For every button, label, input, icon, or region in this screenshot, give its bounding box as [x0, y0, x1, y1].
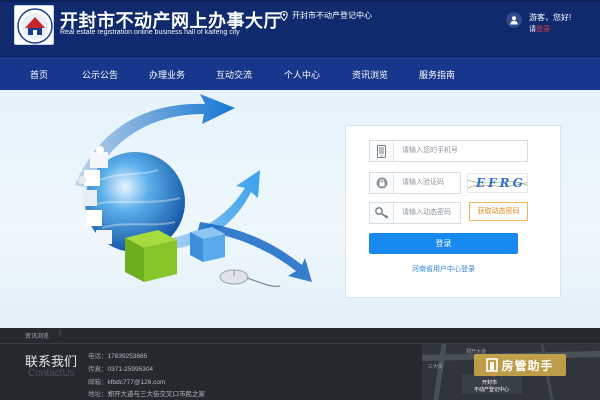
nav-item-business[interactable]: 办理业务: [149, 59, 185, 91]
door-icon: [486, 358, 499, 372]
contact-phone-value: 17839253885: [107, 353, 148, 360]
captcha-image[interactable]: EFRG: [467, 173, 528, 193]
login-submit-button[interactable]: 登录: [369, 233, 518, 254]
contact-fax-label: 传真：: [88, 366, 108, 373]
captcha-text: EFRG: [476, 176, 526, 190]
key-icon-box: [370, 203, 394, 223]
lock-icon: [376, 177, 387, 189]
watermark-text: 房管助手: [501, 358, 554, 373]
contact-email-label: 邮箱：: [88, 379, 108, 386]
phone-icon: [377, 144, 386, 158]
map-poi-label-2: 不动产登记中心: [474, 386, 509, 393]
phone-placeholder: 请输入您的手机号: [402, 147, 458, 154]
phone-input[interactable]: 请输入您的手机号: [369, 140, 528, 162]
contact-address-value: 郑开大道与三大街交叉口市民之家: [107, 391, 206, 398]
contact-email-value: kfbdc777@126.com: [107, 379, 166, 386]
dynamic-password-placeholder: 请输入动态密码: [402, 209, 451, 216]
nav-item-announcements[interactable]: 公示公告: [82, 59, 118, 91]
dynamic-password-input[interactable]: 请输入动态密码: [369, 202, 461, 224]
footer-tab-bar: 资讯浏览 |: [0, 328, 600, 344]
user-icon: [510, 16, 518, 25]
get-dynamic-code-button[interactable]: 获取动态密码: [469, 202, 528, 221]
map-road-label-1: 三大街: [428, 363, 443, 370]
contact-phone: 电话：17839253885: [88, 350, 147, 360]
footer-tab-news[interactable]: 资讯浏览: [25, 331, 49, 340]
header-top-line: [0, 0, 600, 2]
captcha-input[interactable]: 请输入验证码: [369, 172, 461, 194]
contact-address-label: 地址：: [88, 391, 108, 398]
contact-fax: 传真：0371-25995304: [88, 363, 153, 373]
contact-heading-en: ContactUs: [28, 368, 75, 379]
banner-illustration: [75, 94, 312, 287]
location-text: 开封市不动产登记中心: [292, 11, 372, 20]
contact-fax-value: 0371-25995304: [107, 366, 154, 373]
footer-separator: |: [59, 330, 61, 337]
location-indicator[interactable]: 开封市不动产登记中心: [280, 10, 372, 21]
nav-item-interaction[interactable]: 互动交流: [216, 59, 252, 91]
captcha-placeholder: 请输入验证码: [402, 179, 444, 186]
header-login-link[interactable]: 登录: [536, 26, 550, 33]
user-avatar[interactable]: [506, 12, 522, 28]
nav-item-personal-center[interactable]: 个人中心: [284, 59, 320, 91]
provincial-login-link[interactable]: 河南省用户中心登录: [369, 264, 518, 274]
nav-item-news[interactable]: 资讯浏览: [352, 59, 388, 91]
site-subtitle: Real estate registration online business…: [60, 29, 240, 36]
site-header: 开封市不动产网上办事大厅 Real estate registration on…: [0, 0, 600, 58]
contact-email: 邮箱：kfbdc777@126.com: [88, 376, 165, 386]
nav-item-service-guide[interactable]: 服务指南: [419, 59, 455, 91]
key-icon: [374, 207, 388, 219]
phone-icon-box: [370, 141, 394, 161]
site-logo[interactable]: [14, 5, 54, 45]
login-prompt: 请登录: [529, 24, 550, 34]
contact-phone-label: 电话：: [88, 353, 108, 360]
watermark-badge: 房管助手: [474, 354, 566, 376]
nav-item-home[interactable]: 首页: [30, 59, 48, 91]
user-greeting: 游客，您好!: [529, 13, 572, 22]
contact-address: 地址：郑开大道与三大街交叉口市民之家: [88, 388, 205, 398]
lock-icon-box: [370, 173, 394, 193]
main-nav: 首页 公示公告 办理业务 互动交流 个人中心 资讯浏览 服务指南: [0, 58, 600, 90]
login-prompt-prefix: 请: [529, 26, 536, 33]
location-pin-icon: [280, 10, 288, 21]
map-poi-label-1: 开封市: [482, 379, 497, 386]
